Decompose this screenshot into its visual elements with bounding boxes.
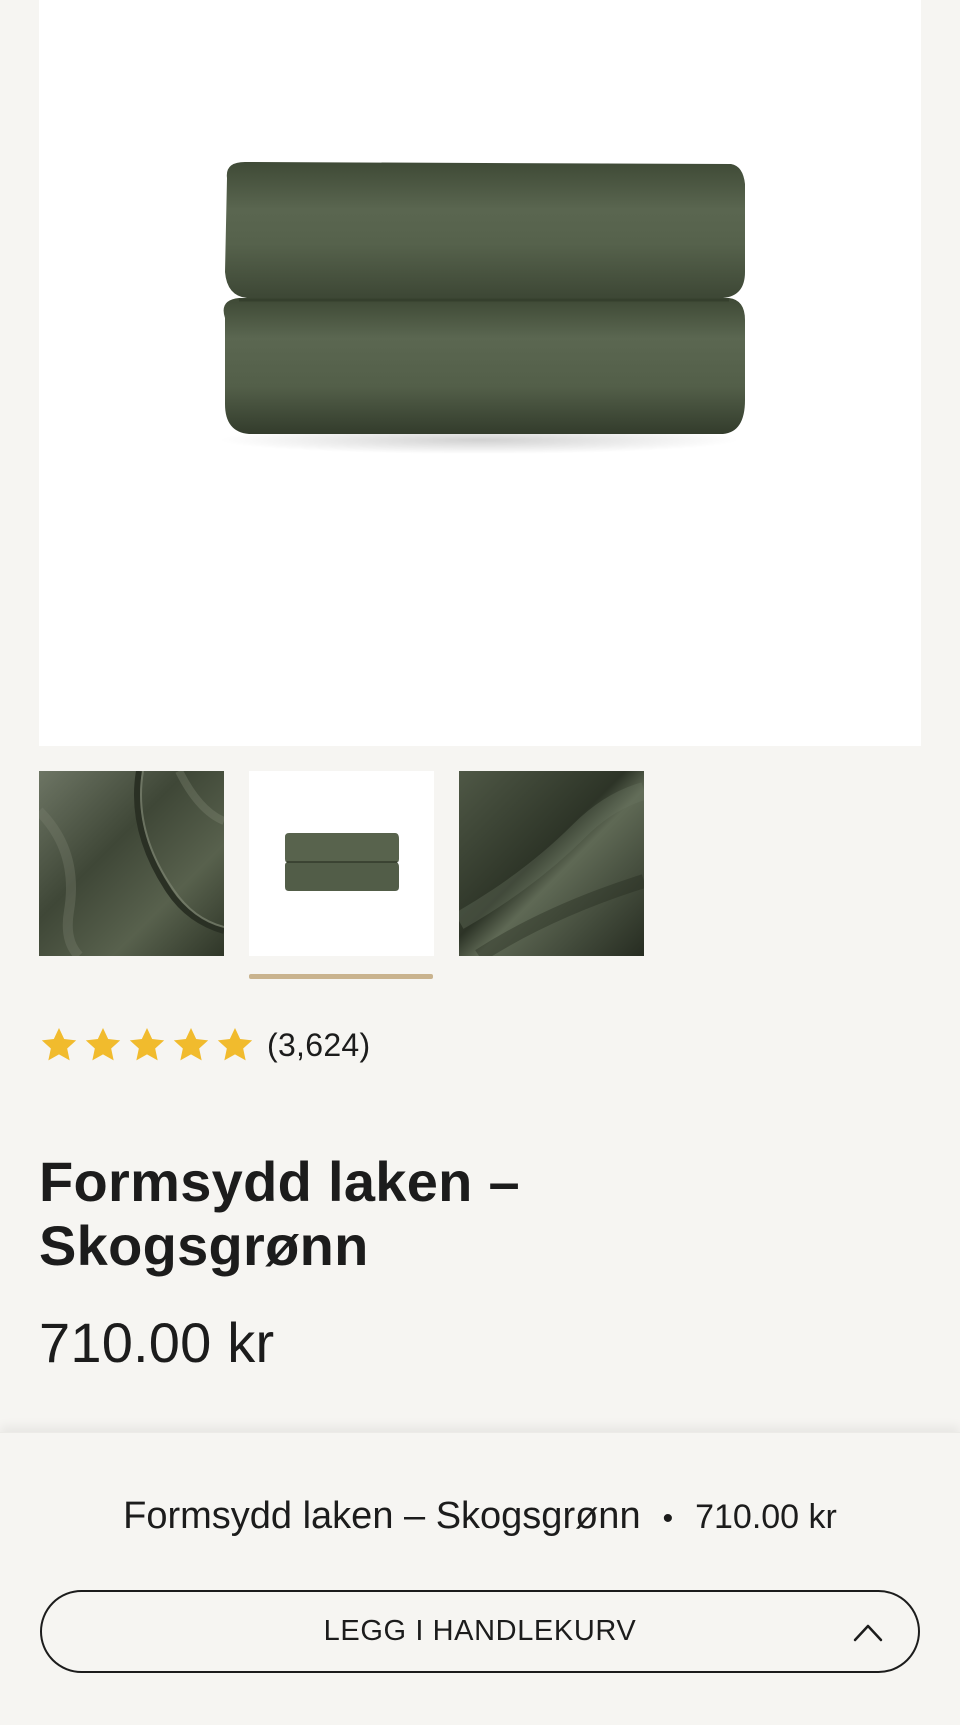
selected-thumbnail-indicator (249, 974, 433, 979)
thumbnail-folded-sheets[interactable] (249, 771, 434, 956)
star-icon (129, 1028, 165, 1061)
main-product-image[interactable] (39, 0, 921, 746)
add-to-cart-label: LEGG I HANDLEKURV (323, 1615, 637, 1647)
star-rating (39, 1025, 255, 1065)
sticky-product-price: 710.00 kr (695, 1498, 837, 1536)
product-title: Formsydd laken – Skogsgrønn (39, 1150, 520, 1277)
thumbnail-fitted-sheet-corner[interactable] (39, 771, 224, 956)
thumbnail-strip (39, 771, 644, 956)
star-icon (217, 1028, 253, 1061)
product-price: 710.00 kr (39, 1311, 275, 1374)
thumbnail-fabric-closeup[interactable] (459, 771, 644, 956)
chevron-up-icon[interactable] (852, 1618, 884, 1646)
add-to-cart-button[interactable]: LEGG I HANDLEKURV (40, 1590, 920, 1673)
product-rating[interactable]: (3,624) (39, 1025, 371, 1065)
review-count[interactable]: (3,624) (267, 1027, 371, 1064)
star-icon (173, 1028, 209, 1061)
sticky-product-summary: Formsydd laken – Skogsgrønn • 710.00 kr (0, 1495, 960, 1538)
sticky-product-title: Formsydd laken – Skogsgrønn (123, 1495, 641, 1537)
separator-dot: • (662, 1502, 674, 1535)
star-icon (85, 1028, 121, 1061)
product-page: (3,624) Formsydd laken – Skogsgrønn 710.… (0, 0, 960, 1725)
star-icon (41, 1028, 77, 1061)
sticky-add-to-cart-bar: Formsydd laken – Skogsgrønn • 710.00 kr LE… (0, 1432, 960, 1725)
